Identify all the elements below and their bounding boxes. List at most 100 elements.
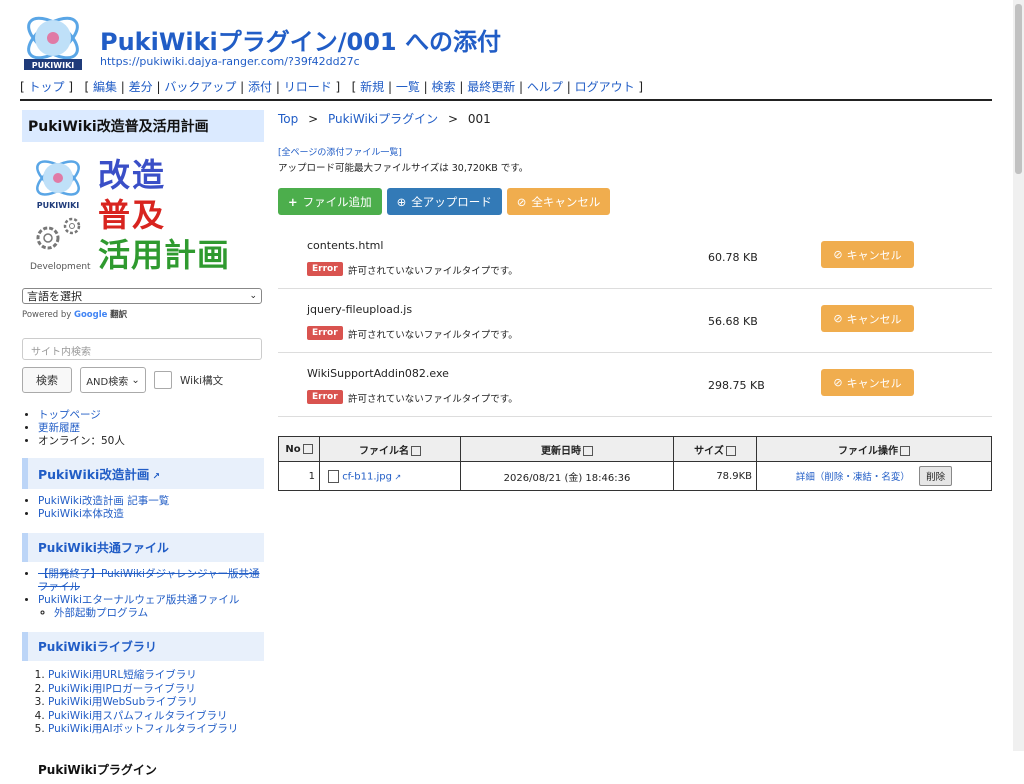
sidebar-link[interactable]: PukiWiki本体改造	[38, 508, 124, 520]
col-size[interactable]: サイズ	[673, 436, 757, 462]
upload-filename: contents.html	[307, 239, 384, 252]
sidebar-link[interactable]: PukiWiki用IPロガーライブラリ	[48, 683, 196, 695]
scrollbar-thumb[interactable]	[1015, 4, 1022, 174]
sidebar-link[interactable]: PukiWikiエターナルウェア版共通ファイル	[38, 594, 239, 606]
details-link[interactable]: 詳細（削除・凍結・名変）	[796, 472, 910, 483]
sidebar-link[interactable]: PukiWiki用URL短縮ライブラリ	[48, 669, 197, 681]
google-logo: Google	[73, 310, 108, 320]
online-count: オンライン：50人	[38, 435, 264, 448]
list-item: PukiWiki本体改造	[38, 508, 264, 521]
nav-edit[interactable]: 編集	[93, 80, 117, 94]
cancel-all-label: 全キャンセル	[531, 194, 601, 209]
sidebar-link[interactable]: PukiWiki用AIボットフィルタライブラリ	[48, 723, 238, 735]
sort-icon[interactable]	[302, 443, 313, 454]
cell-filename: cf-b11.jpg ↗	[319, 461, 461, 491]
add-file-label: ファイル追加	[302, 194, 372, 209]
search-controls: 検索 AND検索 ⌄ Wiki構文	[22, 367, 264, 393]
logo-text: PUKIWIKI	[32, 61, 75, 70]
delete-button[interactable]: 削除	[919, 466, 953, 486]
nav-list[interactable]: 一覧	[396, 80, 420, 94]
cell-ops: 詳細（削除・凍結・名変） 削除	[756, 461, 992, 491]
sort-icon[interactable]	[583, 445, 593, 456]
col-date[interactable]: 更新日時	[460, 436, 674, 462]
pukiwiki-logo[interactable]: PUKIWIKI	[20, 8, 86, 72]
translate-link[interactable]: 翻訳	[110, 310, 127, 320]
search-mode-select[interactable]: AND検索 ⌄	[80, 367, 146, 393]
upload-row: contents.html Error 許可されていないファイルタイプです。 6…	[278, 225, 992, 289]
file-link[interactable]: cf-b11.jpg	[342, 471, 392, 482]
all-attachments-link[interactable]: [全ページの添付ファイル一覧]	[278, 145, 992, 158]
col-ops[interactable]: ファイル操作	[756, 436, 992, 462]
table-row: 1 cf-b11.jpg ↗ 2026/08/21 (金) 18:46:36 7…	[278, 461, 992, 491]
error-message: 許可されていないファイルタイプです。	[348, 330, 518, 341]
list-item: 【開発終了】PukiWikiダジャレンジャー版共通ファイル	[38, 568, 264, 594]
breadcrumb-top[interactable]: Top	[278, 112, 298, 126]
nav-attach[interactable]: 添付	[248, 80, 272, 94]
sidebar-link[interactable]: 外部起動プログラム	[54, 607, 148, 619]
page-title: PukiWikiプラグイン/001 への添付	[100, 28, 501, 56]
nav-new[interactable]: 新規	[360, 80, 384, 94]
powered-by: Powered by Google 翻訳	[22, 308, 264, 320]
list-item: PukiWiki用WebSubライブラリ	[48, 696, 264, 710]
main-content: Top > PukiWikiプラグイン > 001 [全ページの添付ファイル一覧…	[278, 110, 992, 417]
header-label: No	[285, 443, 301, 455]
page-url[interactable]: https://pukiwiki.dajya-ranger.com/?39f42…	[100, 55, 360, 68]
nav-recent[interactable]: 最終更新	[467, 80, 515, 94]
cancel-upload-button[interactable]: ⊘ キャンセル	[821, 305, 914, 332]
sidebar-link[interactable]: PukiWiki改造計画 記事一覧	[38, 495, 169, 507]
sidebar-heading: PukiWiki改造普及活用計画	[22, 110, 264, 142]
error-badge: Error	[307, 390, 343, 404]
nav-help[interactable]: ヘルプ	[527, 80, 563, 94]
header-divider	[20, 99, 992, 101]
cancel-upload-button[interactable]: ⊘ キャンセル	[821, 241, 914, 268]
cancel-upload-button[interactable]: ⊘ キャンセル	[821, 369, 914, 396]
sidebar-banner[interactable]: PUKIWIKI Development 改造 普及 活用計画	[22, 150, 264, 282]
header-label: サイズ	[694, 445, 724, 457]
list-item: 更新履歴	[38, 422, 264, 435]
cancel-all-button[interactable]: ⊘ 全キャンセル	[506, 188, 611, 215]
site-search-input[interactable]: サイト内検索	[22, 338, 262, 360]
cancel-label: キャンセル	[846, 312, 902, 326]
nav-top[interactable]: トップ	[29, 80, 65, 94]
breadcrumb-separator: >	[447, 112, 458, 126]
sidebar-section-common[interactable]: PukiWiki共通ファイル	[22, 533, 264, 562]
cancel-label: キャンセル	[846, 248, 902, 262]
ban-icon: ⊘	[833, 376, 843, 389]
nav-reload[interactable]: リロード	[284, 80, 332, 94]
nav-logout[interactable]: ログアウト	[575, 80, 635, 94]
upload-filename: jquery-fileupload.js	[307, 303, 413, 316]
sort-icon[interactable]	[725, 445, 736, 456]
breadcrumb-plugin[interactable]: PukiWikiプラグイン	[328, 112, 438, 126]
sidebar-link[interactable]: PukiWiki用スパムフィルタライブラリ	[48, 710, 228, 722]
wiki-syntax-checkbox[interactable]	[154, 371, 172, 389]
list-item: PukiWiki用スパムフィルタライブラリ	[48, 710, 264, 724]
col-filename[interactable]: ファイル名	[319, 436, 461, 462]
sidebar-link[interactable]: 【開発終了】PukiWikiダジャレンジャー版共通ファイル	[38, 568, 260, 593]
cancel-label: キャンセル	[846, 376, 902, 390]
link-history[interactable]: 更新履歴	[38, 422, 80, 434]
sidebar-section-library[interactable]: PukiWikiライブラリ	[22, 632, 264, 661]
nav-search[interactable]: 検索	[432, 80, 456, 94]
svg-text:PUKIWIKI: PUKIWIKI	[37, 201, 80, 210]
upload-all-button[interactable]: ⊕ 全アップロード	[386, 188, 502, 215]
col-no[interactable]: No	[278, 436, 320, 462]
nav-backup[interactable]: バックアップ	[164, 80, 236, 94]
sidebar-section-plugin[interactable]: PukiWikiプラグイン	[22, 754, 264, 784]
cell-date: 2026/08/21 (金) 18:46:36	[460, 461, 674, 491]
sidebar-link[interactable]: PukiWiki用WebSubライブラリ	[48, 696, 198, 708]
cell-no: 1	[278, 461, 320, 491]
language-select[interactable]: 言語を選択 ⌄	[22, 288, 262, 304]
powered-by-text: Powered by	[22, 310, 72, 320]
link-top-page[interactable]: トップページ	[38, 409, 101, 421]
nav-diff[interactable]: 差分	[129, 80, 153, 94]
all-attachments-text[interactable]: [全ページの添付ファイル一覧]	[278, 148, 402, 158]
sort-icon[interactable]	[411, 445, 421, 456]
add-file-button[interactable]: + ファイル追加	[278, 188, 382, 215]
search-button[interactable]: 検索	[22, 367, 72, 393]
sidebar-section-kaizo[interactable]: PukiWiki改造計画 ↗	[22, 458, 264, 489]
max-size-info: アップロード可能最大ファイルサイズは 30,720KB です。	[278, 163, 529, 174]
sort-icon[interactable]	[900, 445, 910, 456]
language-select-label: 言語を選択	[27, 290, 82, 303]
header-label: ファイル操作	[838, 445, 898, 457]
search-mode-label: AND検索	[86, 376, 129, 388]
